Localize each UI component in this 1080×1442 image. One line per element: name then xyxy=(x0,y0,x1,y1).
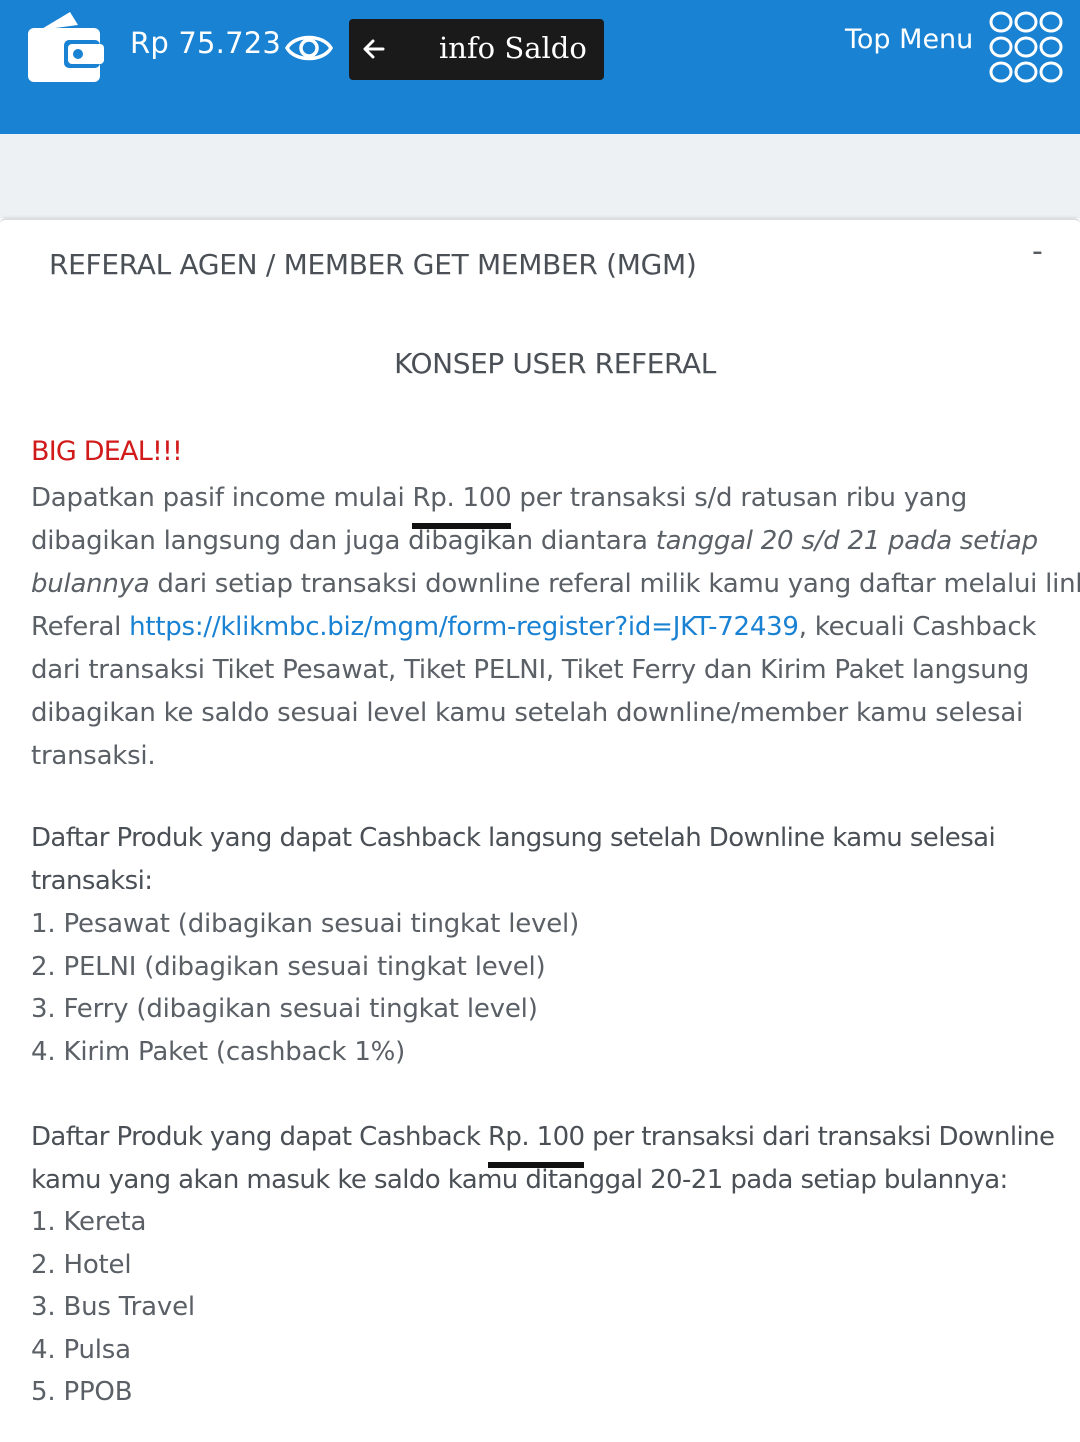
desc-line: dari transaksi Tiket Pesawat, Tiket PELN… xyxy=(31,655,1030,685)
monthly-cashback-heading: Daftar Produk yang dapat Cashback Rp. 10… xyxy=(31,1116,1080,1202)
info-saldo-button[interactable]: info Saldo xyxy=(349,19,604,80)
section-title: KONSEP USER REFERAL xyxy=(394,347,716,380)
desc-line: dibagikan ke saldo sesuai level kamu set… xyxy=(31,698,1024,728)
heading-text: per transaksi dari transaksi Downline xyxy=(584,1122,1055,1152)
grid-menu-icon[interactable] xyxy=(988,10,1064,84)
desc-text: Dapatkan pasif income mulai xyxy=(31,483,413,513)
spacer-band xyxy=(0,134,1080,218)
desc-text: Referal xyxy=(31,612,130,642)
amount-highlight: Rp. 100 xyxy=(487,1116,585,1168)
desc-text: , kecuali Cashback xyxy=(798,612,1037,642)
info-saldo-label: info Saldo xyxy=(439,31,587,65)
desc-text: per transaksi s/d ratusan ribu yang xyxy=(511,483,968,513)
referral-link[interactable]: https://klikmbc.biz/mgm/form-register?id… xyxy=(129,612,799,642)
heading-line: transaksi: xyxy=(31,866,153,896)
list-item: 3. Bus Travel xyxy=(31,1292,195,1322)
referral-description: Dapatkan pasif income mulai Rp. 100 per … xyxy=(31,477,1080,778)
desc-text: dibagikan langsung dan juga dibagikan di… xyxy=(31,526,656,556)
instant-cashback-list: 1. Pesawat (dibagikan sesuai tingkat lev… xyxy=(31,903,579,1073)
date-range-text: bulannya xyxy=(31,569,150,599)
wallet-icon[interactable] xyxy=(26,8,104,84)
card-title: REFERAL AGEN / MEMBER GET MEMBER (MGM) xyxy=(49,248,697,281)
big-deal-label: BIG DEAL!!! xyxy=(31,436,183,467)
list-item: 3. Ferry (dibagikan sesuai tingkat level… xyxy=(31,994,538,1024)
list-item: 1. Kereta xyxy=(31,1207,147,1237)
list-item: 2. PELNI (dibagikan sesuai tingkat level… xyxy=(31,951,546,982)
top-menu-label[interactable]: Top Menu xyxy=(845,24,973,55)
balance-amount: Rp 75.723 xyxy=(130,26,282,60)
amount-highlight: Rp. 100 xyxy=(412,477,512,529)
top-header: Rp 75.723 info Saldo Top Menu xyxy=(0,0,1080,134)
referral-card: REFERAL AGEN / MEMBER GET MEMBER (MGM) -… xyxy=(0,218,1080,1442)
monthly-cashback-list: 1. Kereta 2. Hotel 3. Bus Travel 4. Puls… xyxy=(31,1201,195,1414)
heading-line: Daftar Produk yang dapat Cashback langsu… xyxy=(31,823,996,853)
desc-line: transaksi. xyxy=(31,741,156,771)
instant-cashback-heading: Daftar Produk yang dapat Cashback langsu… xyxy=(31,817,1080,903)
date-range-text: tanggal 20 s/d 21 pada setiap xyxy=(655,526,1038,556)
eye-icon[interactable] xyxy=(285,30,333,66)
heading-text: Daftar Produk yang dapat Cashback xyxy=(31,1122,488,1152)
arrow-left-icon xyxy=(363,39,385,59)
list-item: 1. Pesawat (dibagikan sesuai tingkat lev… xyxy=(31,909,580,939)
collapse-button[interactable]: - xyxy=(1032,234,1050,269)
list-item: 2. Hotel xyxy=(31,1249,132,1280)
list-item: 4. Pulsa xyxy=(31,1334,131,1365)
list-item: 4. Kirim Paket (cashback 1%) xyxy=(31,1036,406,1067)
desc-text: dari setiap transaksi downline referal m… xyxy=(149,569,1080,599)
list-item: 5. PPOB xyxy=(31,1377,133,1407)
